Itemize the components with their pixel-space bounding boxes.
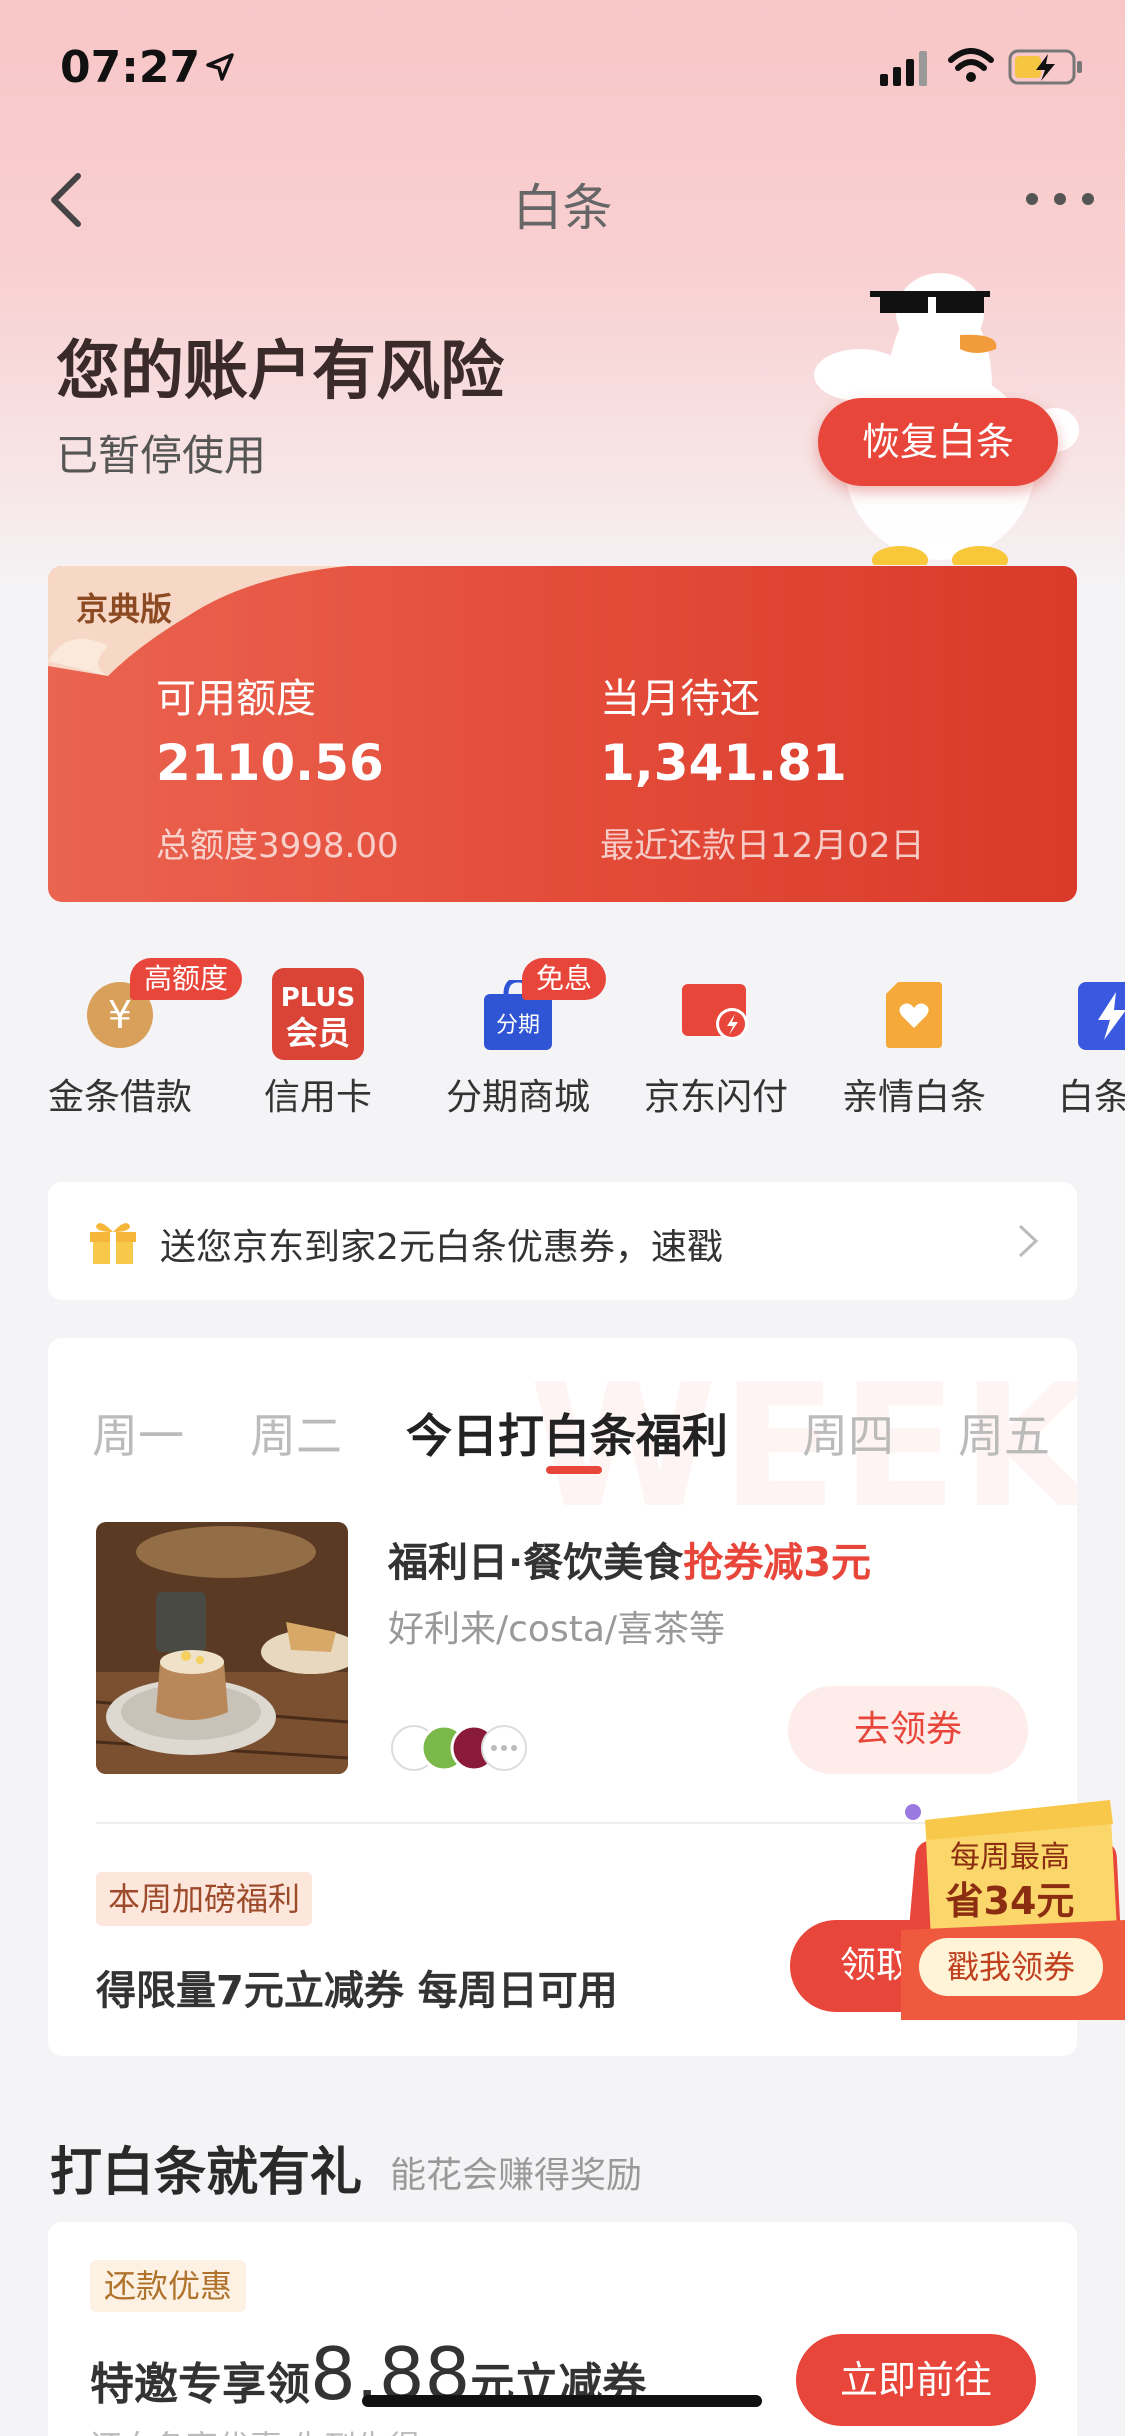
- repay-offer-sub: 还白条享优惠 先到先得: [90, 2422, 420, 2436]
- flash-pay-icon: [682, 984, 748, 1040]
- entry-label: 白条闪: [1057, 1077, 1125, 1118]
- tab-monday[interactable]: 周一: [92, 1400, 184, 1466]
- entry-family-baitiao[interactable]: 亲情白条: [814, 940, 1014, 1120]
- home-indicator[interactable]: [362, 2395, 762, 2407]
- weekly-bonus-tag: 本周加磅福利: [96, 1872, 313, 1926]
- entry-label: 信用卡: [263, 1077, 372, 1118]
- active-tab-indicator: [546, 1466, 602, 1474]
- weekly-save-float-badge[interactable]: 每周最高 省34元 戳我领券: [895, 1790, 1125, 2020]
- svg-text:PLUS: PLUS: [281, 983, 356, 1013]
- card-edition-badge: 京典版: [76, 590, 173, 628]
- entry-credit-card[interactable]: PLUS 会员 信用卡: [218, 940, 418, 1120]
- heart-card-icon: [886, 982, 942, 1048]
- go-now-button[interactable]: 立即前往: [796, 2334, 1036, 2426]
- due-value: 1,341.81: [600, 734, 847, 792]
- page-title: 白条: [512, 179, 613, 237]
- float-badge-button[interactable]: 戳我领券: [919, 1938, 1103, 1996]
- location-arrow-icon: [206, 53, 234, 81]
- chevron-right-icon: [1018, 1224, 1039, 1258]
- due-date-note: 最近还款日12月02日: [600, 826, 925, 866]
- entry-label: 分期商城: [445, 1077, 590, 1118]
- lightning-icon: [1078, 982, 1125, 1050]
- float-badge-line2: 省34元: [945, 1879, 1075, 1923]
- tab-tuesday[interactable]: 周二: [250, 1400, 342, 1466]
- battery-icon: [1008, 49, 1082, 85]
- tab-today[interactable]: 今日打白条福利: [406, 1400, 728, 1466]
- repay-offer-tag: 还款优惠: [90, 2260, 247, 2312]
- entry-badge-interest-free: 免息: [522, 958, 607, 1000]
- tab-friday[interactable]: 周五: [958, 1400, 1050, 1466]
- welfare-item-subtitle: 好利来/costa/喜茶等: [388, 1609, 726, 1650]
- svg-text:¥: ¥: [108, 993, 132, 1037]
- food-image: [96, 1522, 348, 1774]
- entry-label: 京东闪付: [643, 1077, 788, 1118]
- plus-member-icon: PLUS会员: [272, 968, 364, 1060]
- gift-section-subtitle: 能花会赚得奖励: [390, 2155, 643, 2196]
- svg-text:分期: 分期: [496, 1013, 540, 1038]
- gift-section-title: 打白条就有礼: [50, 2143, 363, 2203]
- quick-entries: ¥ 高额度 金条借款 PLUS 会员 信用卡 分期 免息 分期商城 京东闪付 亲情…: [0, 940, 1125, 1120]
- available-label: 可用额度: [156, 676, 316, 722]
- get-coupon-button[interactable]: 去领券: [788, 1686, 1028, 1774]
- divider: [96, 1822, 1029, 1824]
- welfare-item-title: 福利日·餐饮美食抢券减3元: [388, 1540, 872, 1586]
- wifi-icon: [948, 48, 994, 82]
- entry-jd-flash-pay[interactable]: 京东闪付: [616, 940, 816, 1120]
- due-label: 当月待还: [600, 676, 760, 722]
- promo-text: 送您京东到家2元白条优惠券，速戳: [160, 1227, 723, 1268]
- brand-logos: [391, 1724, 527, 1772]
- signal-icon: [880, 51, 927, 86]
- more-icon[interactable]: [1025, 192, 1095, 206]
- status-time: 07:27: [60, 42, 201, 93]
- entry-jintiao-loan[interactable]: ¥ 高额度 金条借款: [20, 940, 243, 1120]
- svg-text:会员: 会员: [286, 1014, 350, 1052]
- risk-subtitle: 已暂停使用: [56, 431, 267, 480]
- total-limit-note: 总额度3998.00: [156, 826, 399, 866]
- promo-banner[interactable]: 送您京东到家2元白条优惠券，速戳: [48, 1182, 1077, 1300]
- weekly-bonus-text: 得限量7元立减券 每周日可用: [96, 1968, 618, 2014]
- entry-label: 亲情白条: [841, 1077, 986, 1118]
- tab-thursday[interactable]: 周四: [802, 1400, 894, 1466]
- gift-icon: [90, 1223, 136, 1264]
- available-value: 2110.56: [156, 734, 384, 792]
- restore-button[interactable]: 恢复白条: [818, 398, 1058, 486]
- entry-installment-mall[interactable]: 分期 免息 分期商城: [418, 940, 618, 1120]
- entry-label: 金条借款: [47, 1077, 192, 1118]
- entry-baitiao-flash[interactable]: 白条闪: [1012, 940, 1125, 1120]
- risk-title: 您的账户有风险: [56, 335, 504, 409]
- credit-card: 京典版 可用额度 2110.56 总额度3998.00 当月待还 1,341.8…: [48, 566, 1077, 902]
